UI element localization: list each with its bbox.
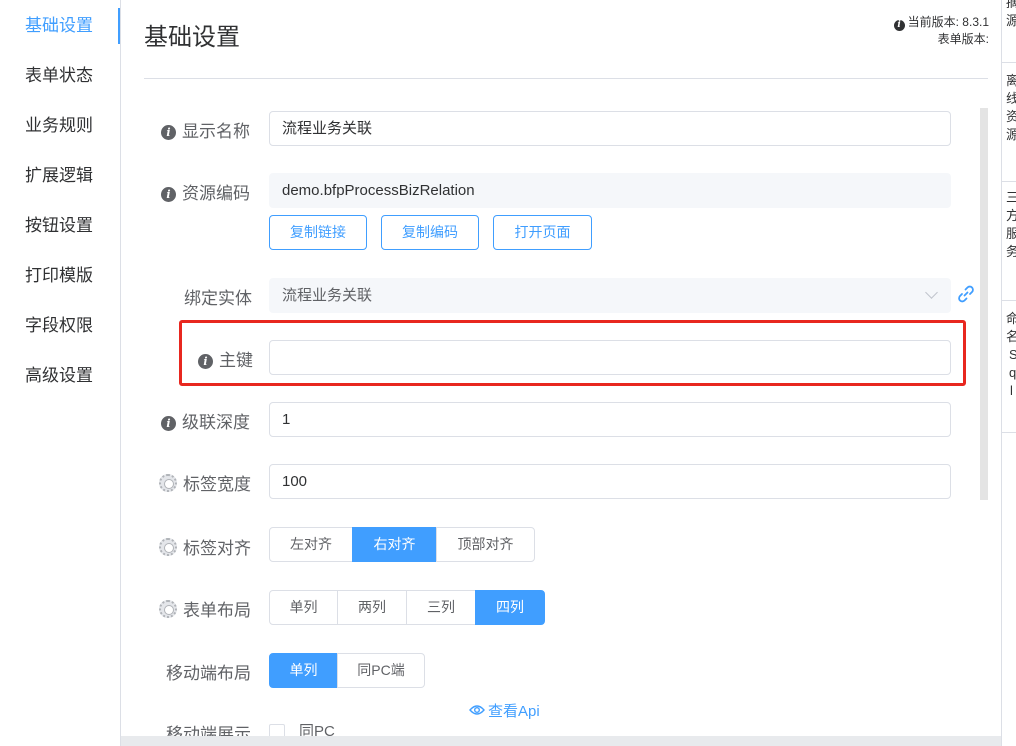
eye-icon bbox=[469, 705, 485, 715]
sidebar-item-form-status[interactable]: 表单状态 bbox=[0, 58, 120, 94]
right-panel-text: 务 bbox=[1006, 243, 1016, 261]
same-as-pc-checkbox[interactable] bbox=[269, 724, 285, 736]
right-panel-text: 摘 bbox=[1006, 0, 1016, 12]
sidebar-item-advanced-settings[interactable]: 高级设置 bbox=[0, 358, 120, 394]
right-panel-text: 源 bbox=[1006, 12, 1016, 30]
horizontal-scrollbar[interactable] bbox=[121, 736, 1001, 746]
cascade-depth-input[interactable]: 1 bbox=[269, 402, 951, 437]
vertical-scrollbar[interactable] bbox=[980, 108, 988, 500]
label-width-label: 标签宽度 bbox=[159, 470, 251, 495]
resource-code-input[interactable]: demo.bfpProcessBizRelation bbox=[269, 173, 951, 208]
form-layout-two-columns[interactable]: 两列 bbox=[337, 590, 407, 625]
form-layout-label: 表单布局 bbox=[159, 596, 251, 621]
display-name-label-text: 显示名称 bbox=[182, 122, 250, 141]
bound-entity-select[interactable]: 流程业务关联 bbox=[269, 278, 951, 313]
sidebar-item-extension-logic[interactable]: 扩展逻辑 bbox=[0, 158, 120, 194]
label-align-left[interactable]: 左对齐 bbox=[269, 527, 353, 562]
sidebar-item-field-permissions[interactable]: 字段权限 bbox=[0, 308, 120, 344]
right-panel-text: 服 bbox=[1006, 225, 1016, 243]
right-panel-divider bbox=[1002, 62, 1016, 63]
page-title: 基础设置 bbox=[144, 24, 240, 51]
right-panel-block: 命 名 S q l bbox=[1006, 310, 1016, 400]
current-version: 当前版本: 8.3.1 bbox=[907, 15, 989, 29]
settings-sidebar: 基础设置 表单状态 业务规则 扩展逻辑 按钮设置 打印模版 字段权限 高级设置 bbox=[0, 0, 120, 746]
right-panel-text: q bbox=[1009, 365, 1016, 380]
right-panel-text: l bbox=[1010, 383, 1013, 398]
info-icon[interactable]: i bbox=[161, 416, 176, 431]
version-info: i 当前版本: 8.3.1 表单版本: bbox=[893, 14, 989, 47]
right-panel-text: S bbox=[1006, 346, 1016, 364]
form-layout-four-columns[interactable]: 四列 bbox=[475, 590, 545, 625]
title-divider bbox=[144, 78, 988, 79]
form-layout-group: 单列 两列 三列 四列 bbox=[269, 590, 545, 625]
primary-key-input[interactable] bbox=[269, 340, 951, 375]
main-panel: 基础设置 i 当前版本: 8.3.1 表单版本: i 显示名称 流程业务关联 i 资源… bbox=[121, 0, 1001, 736]
resource-code-label-text: 资源编码 bbox=[182, 184, 250, 203]
mobile-layout-single[interactable]: 单列 bbox=[269, 653, 338, 688]
right-panel-text: 线 bbox=[1006, 90, 1016, 108]
right-panel-divider bbox=[1002, 432, 1016, 433]
view-api-text: 查看Api bbox=[488, 703, 540, 720]
chevron-down-icon bbox=[925, 286, 938, 299]
view-api-link[interactable]: 查看Api bbox=[469, 700, 540, 721]
mobile-layout-label: 移动端布局 bbox=[166, 664, 251, 683]
form-layout-label-text: 表单布局 bbox=[183, 601, 251, 620]
display-name-label: i 显示名称 bbox=[161, 117, 250, 142]
mobile-display-label: 移动端展示 bbox=[166, 725, 251, 736]
right-info-panel: 摘 源 离 线 资 源 三 方 服 务 命 名 S q l bbox=[1001, 0, 1016, 746]
link-icon[interactable] bbox=[956, 284, 976, 304]
mobile-layout-same-as-pc[interactable]: 同PC端 bbox=[337, 653, 425, 688]
info-icon[interactable]: i bbox=[161, 125, 176, 140]
right-panel-divider bbox=[1002, 181, 1016, 182]
sidebar-item-print-template[interactable]: 打印模版 bbox=[0, 258, 120, 294]
form-version: 表单版本: bbox=[937, 32, 989, 46]
sidebar-item-button-settings[interactable]: 按钮设置 bbox=[0, 208, 120, 244]
label-width-input[interactable]: 100 bbox=[269, 464, 951, 499]
label-align-label-text: 标签对齐 bbox=[183, 539, 251, 558]
right-panel-text: 离 bbox=[1006, 72, 1016, 90]
form-layout-one-column[interactable]: 单列 bbox=[269, 590, 338, 625]
right-panel-text: 名 bbox=[1006, 328, 1016, 346]
primary-key-label-text: 主键 bbox=[219, 351, 253, 370]
bound-entity-value: 流程业务关联 bbox=[282, 287, 373, 304]
label-align-label: 标签对齐 bbox=[159, 534, 251, 559]
open-page-button[interactable]: 打开页面 bbox=[493, 215, 592, 250]
primary-key-label: i 主键 bbox=[198, 346, 253, 371]
resource-code-label: i 资源编码 bbox=[161, 179, 250, 204]
gear-icon bbox=[159, 600, 177, 618]
right-panel-block: 离 线 资 源 bbox=[1006, 72, 1016, 144]
mobile-layout-group: 单列 同PC端 bbox=[269, 653, 425, 688]
bound-entity-label: 绑定实体 bbox=[184, 289, 252, 308]
info-icon[interactable]: i bbox=[161, 187, 176, 202]
copy-code-button[interactable]: 复制编码 bbox=[381, 215, 479, 250]
form-layout-three-columns[interactable]: 三列 bbox=[406, 590, 476, 625]
sidebar-item-business-rules[interactable]: 业务规则 bbox=[0, 108, 120, 144]
right-panel-block: 三 方 服 务 bbox=[1006, 189, 1016, 261]
display-name-input[interactable]: 流程业务关联 bbox=[269, 111, 951, 146]
label-align-right[interactable]: 右对齐 bbox=[352, 527, 437, 562]
right-panel-text: 命 bbox=[1006, 310, 1016, 328]
right-panel-text: 源 bbox=[1006, 126, 1016, 144]
right-panel-text: 方 bbox=[1006, 207, 1016, 225]
info-icon: i bbox=[893, 20, 905, 31]
cascade-depth-label: i 级联深度 bbox=[161, 408, 250, 433]
same-as-pc-label: 同PC bbox=[299, 723, 335, 736]
copy-link-button[interactable]: 复制链接 bbox=[269, 215, 367, 250]
sidebar-item-basic-settings[interactable]: 基础设置 bbox=[0, 8, 120, 44]
right-panel-text: 三 bbox=[1006, 189, 1016, 207]
gear-icon bbox=[159, 538, 177, 556]
cascade-depth-label-text: 级联深度 bbox=[182, 413, 250, 432]
right-panel-text: 资 bbox=[1006, 108, 1016, 126]
label-align-group: 左对齐 右对齐 顶部对齐 bbox=[269, 527, 535, 562]
info-icon[interactable]: i bbox=[198, 354, 213, 369]
right-panel-block: 摘 源 bbox=[1006, 0, 1016, 30]
right-panel-divider bbox=[1002, 300, 1016, 301]
label-width-label-text: 标签宽度 bbox=[183, 475, 251, 494]
gear-icon bbox=[159, 474, 177, 492]
label-align-top[interactable]: 顶部对齐 bbox=[436, 527, 535, 562]
